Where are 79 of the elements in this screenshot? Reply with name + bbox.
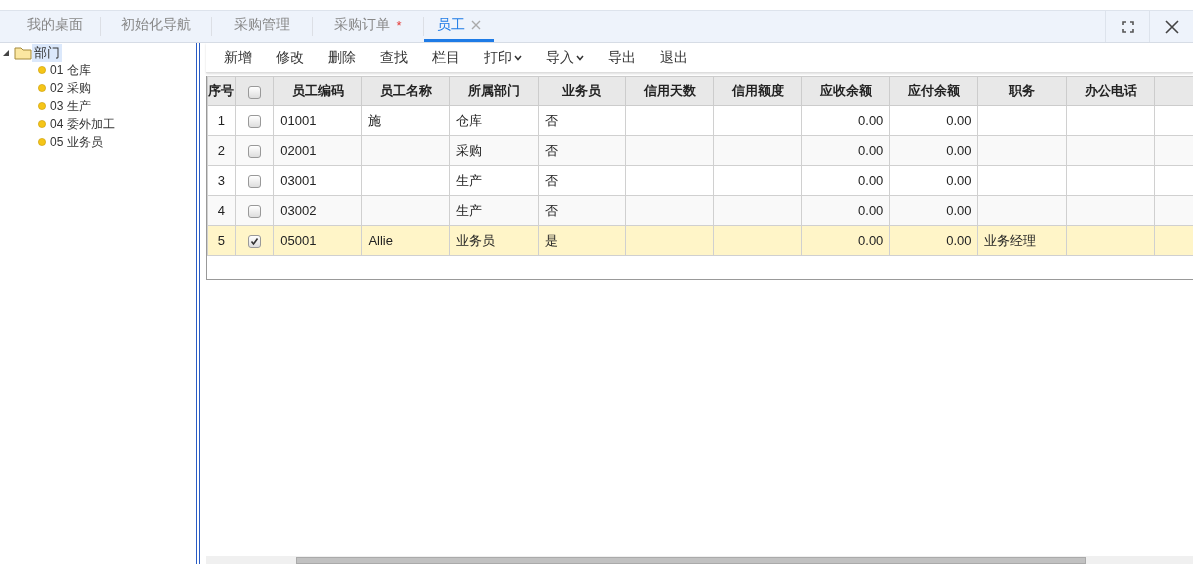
column-header: 员工编码 (273, 76, 362, 106)
tree-node[interactable]: 部门 (32, 44, 62, 62)
column-header: 信用额度 (713, 76, 802, 106)
horizontal-scrollbar[interactable] (206, 556, 1193, 564)
row-number: 5 (207, 225, 236, 256)
checkbox[interactable] (248, 175, 262, 189)
table-cell: 生产 (450, 195, 539, 226)
table-cell: 是 (538, 225, 626, 256)
table-cell: 01001 (273, 105, 362, 136)
tree-node[interactable]: 01 仓库 (50, 61, 91, 79)
table-cell: 0.00 (889, 195, 978, 226)
folder-icon (14, 46, 32, 60)
table-cell: 仓库 (450, 105, 539, 136)
toolbar-button[interactable]: 删除 (320, 48, 364, 67)
column-header: 所属部门 (450, 76, 539, 106)
dot-icon (38, 138, 46, 146)
table-cell: 生产 (450, 165, 539, 196)
table-cell: 0.00 (889, 225, 978, 256)
toolbar-button[interactable]: 新增 (216, 48, 260, 67)
toolbar-button[interactable]: 导入 (538, 48, 592, 67)
tab[interactable]: 采购订单 * (313, 11, 423, 42)
table-cell: 否 (538, 195, 626, 226)
toolbar-button[interactable]: 查找 (372, 48, 416, 67)
column-header: 员工名称 (361, 76, 450, 106)
column-header: 职务 (977, 76, 1067, 106)
column-header: 应收余额 (801, 76, 890, 106)
tab[interactable]: 员工 (424, 11, 494, 42)
toolbar-button[interactable]: 导出 (600, 48, 644, 67)
checkbox[interactable] (248, 145, 262, 159)
dot-icon (38, 66, 46, 74)
close-tab-icon[interactable] (471, 20, 481, 30)
table-cell: 0.00 (801, 105, 890, 136)
table-cell: 03001 (273, 165, 362, 196)
table-cell: 0.00 (889, 165, 978, 196)
row-number: 1 (207, 105, 236, 136)
column-header: 办公电话 (1066, 76, 1155, 106)
table-cell: 0.00 (801, 135, 890, 166)
tree-node[interactable]: 05 业务员 (50, 133, 103, 151)
table-cell: 否 (538, 165, 626, 196)
table-cell: 否 (538, 105, 626, 136)
checkbox[interactable] (248, 85, 262, 99)
dot-icon (38, 102, 46, 110)
toolbar-button[interactable]: 栏目 (424, 48, 468, 67)
column-header: 信用天数 (625, 76, 714, 106)
checkbox[interactable] (248, 205, 262, 219)
table-cell: 业务经理 (977, 225, 1067, 256)
table-cell: Allie (361, 225, 450, 256)
tree-node[interactable]: 03 生产 (50, 97, 91, 115)
toolbar-button[interactable]: 打印 (476, 48, 530, 67)
table-cell: 02001 (273, 135, 362, 166)
checkbox[interactable] (248, 235, 262, 249)
fullscreen-icon (1121, 20, 1134, 33)
table-cell: 0.00 (801, 195, 890, 226)
toolbar-button[interactable]: 修改 (268, 48, 312, 67)
column-header: 业务员 (538, 76, 626, 106)
collapse-triangle-icon[interactable] (2, 49, 10, 57)
table-cell: 03002 (273, 195, 362, 226)
table-cell: 05001 (273, 225, 362, 256)
table-cell: 采购 (450, 135, 539, 166)
table-cell: 0.00 (889, 135, 978, 166)
dot-icon (38, 84, 46, 92)
close-icon (1164, 19, 1179, 34)
column-header: 序号 (207, 76, 236, 106)
table-cell: 0.00 (889, 105, 978, 136)
row-number: 4 (207, 195, 236, 226)
table-cell: 0.00 (801, 225, 890, 256)
checkbox[interactable] (248, 115, 262, 129)
toolbar-button[interactable]: 退出 (652, 48, 696, 67)
modified-marker: * (396, 17, 402, 33)
row-number: 3 (207, 165, 236, 196)
tree-node[interactable]: 04 委外加工 (50, 115, 115, 133)
tree-node[interactable]: 02 采购 (50, 79, 91, 97)
dot-icon (38, 120, 46, 128)
table-cell: 施 (361, 105, 450, 136)
table-cell: 0.00 (801, 165, 890, 196)
table-cell: 业务员 (450, 225, 539, 256)
table-cell: 否 (538, 135, 626, 166)
column-header: 应付余额 (889, 76, 978, 106)
row-number: 2 (207, 135, 236, 166)
